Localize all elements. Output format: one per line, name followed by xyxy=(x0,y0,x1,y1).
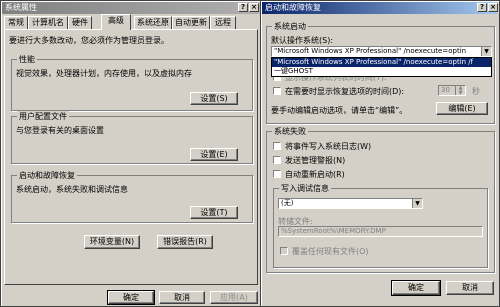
chevron-down-icon[interactable]: ▼ xyxy=(412,199,422,208)
edit-hint-text: 要手动编辑启动选项，请单击“编辑”。 xyxy=(271,106,408,115)
user-profiles-settings-button[interactable]: 设置(E) xyxy=(190,148,238,161)
close-icon[interactable]: × xyxy=(249,3,259,12)
debug-info-group: 写入调试信息 (无) ▼ 转储文件: %SystemRoot%\MEMORY.D… xyxy=(273,183,488,268)
tab-hardware[interactable]: 硬件 xyxy=(68,16,92,29)
dialog-title: 启动和故障恢复 xyxy=(265,3,321,12)
performance-desc: 视觉效果，处理器计划，内存使用，以及虚拟内存 xyxy=(16,69,192,78)
tab-computer-name[interactable]: 计算机名 xyxy=(28,16,68,29)
write-event-checkbox[interactable] xyxy=(273,142,281,150)
dialog-cancel-button[interactable]: 取消 xyxy=(446,281,494,295)
performance-label: 性能 xyxy=(17,54,37,65)
ok-button[interactable]: 确定 xyxy=(107,290,155,305)
startup-recovery-titlebar[interactable]: 启动和故障恢复 xyxy=(262,2,498,14)
dump-file-input[interactable]: %SystemRoot%\MEMORY.DMP xyxy=(278,226,483,237)
recovery-seconds-value: 30 xyxy=(441,86,450,94)
user-profiles-desc: 与您登录有关的桌面设置 xyxy=(16,126,104,135)
apply-button[interactable]: 应用(A) xyxy=(210,291,258,304)
dropdown-item-ghost[interactable]: 一键GHOST xyxy=(272,67,491,76)
window-title: 系统属性 xyxy=(5,3,37,12)
user-profiles-label: 用户配置文件 xyxy=(17,111,69,122)
debug-info-value: (无) xyxy=(281,199,294,207)
dump-file-value: %SystemRoot%\MEMORY.DMP xyxy=(281,227,386,235)
advanced-tab-panel: 要进行大多数改动，您必须作为管理员登录。 性能 视觉效果，处理器计划，内存使用，… xyxy=(4,29,258,285)
system-properties-window: 系统属性 ? × 常规 计算机名 硬件 高级 系统还原 自动更新 远程 要进行大… xyxy=(0,0,262,307)
startup-recovery-dialog: 启动和故障恢复 ? × 系统启动 默认操作系统(S): "Microsoft W… xyxy=(260,0,500,307)
system-failure-group: 系统失败 将事件写入系统日志(W) 发送管理警报(N) 自动重新启动(R) 写入… xyxy=(266,126,495,273)
startup-recovery-settings-button[interactable]: 设置(T) xyxy=(190,206,238,219)
help-icon[interactable]: ? xyxy=(477,3,487,12)
close-icon[interactable]: × xyxy=(488,3,498,12)
seconds-unit-label: 秒 xyxy=(472,87,480,96)
help-icon[interactable]: ? xyxy=(238,3,248,12)
show-recovery-checkbox[interactable] xyxy=(273,87,281,95)
show-recovery-label: 在需要时显示恢复选项的时间(D): xyxy=(285,87,405,96)
send-alert-checkbox[interactable] xyxy=(273,156,281,164)
tab-general[interactable]: 常规 xyxy=(4,16,28,29)
tab-auto-update[interactable]: 自动更新 xyxy=(172,16,210,29)
user-profiles-group: 用户配置文件 与您登录有关的桌面设置 设置(E) xyxy=(11,111,253,164)
environment-variables-button[interactable]: 环境变量(N) xyxy=(84,235,140,249)
tab-system-restore[interactable]: 系统还原 xyxy=(134,16,172,29)
recovery-seconds-spinner[interactable]: 30 ▲ ▼ xyxy=(438,85,466,96)
debug-info-label: 写入调试信息 xyxy=(279,183,331,194)
auto-restart-checkbox[interactable] xyxy=(273,170,281,178)
overwrite-label: 覆盖任何现有文件(O) xyxy=(292,247,369,256)
tab-remote[interactable]: 远程 xyxy=(210,16,236,29)
startup-recovery-desc: 系统启动，系统失败和调试信息 xyxy=(16,185,128,194)
default-os-dropdown-list: "Microsoft Windows XP Professional" /noe… xyxy=(271,57,492,77)
startup-recovery-label: 启动和故障恢复 xyxy=(17,170,77,181)
default-os-value: "Microsoft Windows XP Professional" /noe… xyxy=(274,47,467,55)
tab-advanced[interactable]: 高级 xyxy=(101,14,131,30)
system-startup-label: 系统启动 xyxy=(272,21,308,32)
overwrite-checkbox[interactable] xyxy=(280,247,288,255)
default-os-label: 默认操作系统(S): xyxy=(271,36,334,45)
error-reporting-button[interactable]: 错误报告(R) xyxy=(157,235,213,249)
debug-info-dropdown[interactable]: (无) ▼ xyxy=(278,198,423,209)
auto-restart-label: 自动重新启动(R) xyxy=(285,170,345,179)
system-properties-titlebar[interactable]: 系统属性 xyxy=(2,2,260,14)
system-failure-label: 系统失败 xyxy=(272,126,308,137)
dialog-ok-button[interactable]: 确定 xyxy=(391,280,441,296)
edit-button[interactable]: 编辑(E) xyxy=(436,102,488,115)
default-os-dropdown[interactable]: "Microsoft Windows XP Professional" /noe… xyxy=(271,46,492,57)
system-startup-group: 系统启动 默认操作系统(S): "Microsoft Windows XP Pr… xyxy=(266,21,495,124)
performance-settings-button[interactable]: 设置(S) xyxy=(190,92,238,105)
admin-intro-text: 要进行大多数改动，您必须作为管理员登录。 xyxy=(9,36,169,45)
cancel-button[interactable]: 取消 xyxy=(159,291,205,304)
performance-group: 性能 视觉效果，处理器计划，内存使用，以及虚拟内存 设置(S) xyxy=(11,54,253,111)
write-event-label: 将事件写入系统日志(W) xyxy=(285,142,372,151)
dropdown-item-xp[interactable]: "Microsoft Windows XP Professional" /noe… xyxy=(272,58,491,67)
chevron-down-icon[interactable]: ▼ xyxy=(481,47,491,56)
spinner-arrows-icon[interactable]: ▲ ▼ xyxy=(455,86,465,95)
startup-recovery-group: 启动和故障恢复 系统启动，系统失败和调试信息 设置(T) xyxy=(11,170,253,223)
send-alert-label: 发送管理警报(N) xyxy=(285,156,346,165)
